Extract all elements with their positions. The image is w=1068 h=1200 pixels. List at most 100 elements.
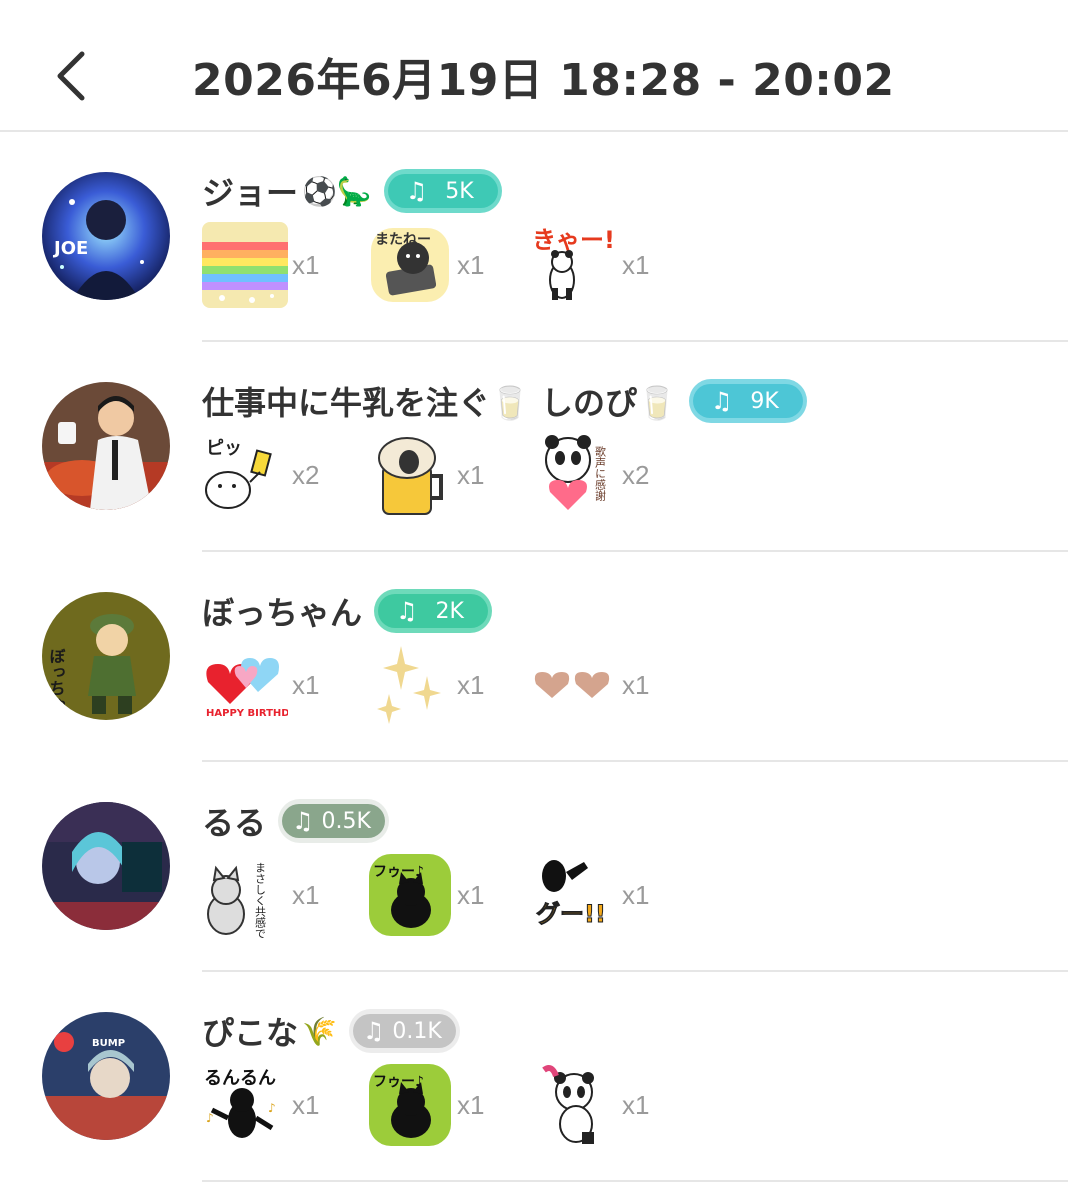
badge-label: 9K	[750, 388, 779, 414]
sticker-text: ピッ	[206, 438, 242, 459]
user-emoji: 🌾	[302, 1014, 337, 1048]
music-badge[interactable]: ♫ 2K	[374, 589, 492, 633]
gift-list: ピッ x2 x1 歌声に感謝 x2	[202, 432, 822, 522]
gift-item[interactable]: ピッ x2	[202, 432, 362, 522]
cat-masashiku-sticker: まさしく共感です	[202, 852, 288, 938]
panda-dancing-sticker	[532, 1062, 618, 1148]
svg-text:JOE: JOE	[52, 238, 88, 259]
gift-item[interactable]: グー!! x1	[532, 852, 692, 942]
avatar[interactable]: JOE	[42, 172, 170, 300]
svg-text:♪: ♪	[268, 1101, 276, 1115]
list-item[interactable]: るる ♫ 0.5K まさしく共感です x1 フゥー♪ x1 グー!! x1	[0, 762, 1068, 972]
user-name: 仕事中に牛乳を注ぐ🥛 しのぴ🥛	[202, 384, 677, 422]
music-note-icon: ♫	[396, 597, 418, 625]
sticker-text: 歌声に感謝	[594, 445, 607, 501]
black-cat-fuu-sticker: フゥー♪	[367, 852, 453, 938]
svg-text:ぼっちゃん: ぼっちゃん	[47, 648, 66, 720]
avatar[interactable]: ぼっちゃん	[42, 592, 170, 720]
black-cat-fuu-sticker: フゥー♪	[367, 1062, 453, 1148]
sticker-text: フゥー♪	[373, 1074, 424, 1090]
gift-item[interactable]: フゥー♪ x1	[367, 1062, 527, 1152]
list-item[interactable]: JOE ジョー ⚽🦕 ♫ 5K x1 またねー x1 きゃー! x1	[0, 132, 1068, 342]
user-name-line: 仕事中に牛乳を注ぐ🥛 しのぴ🥛 ♫ 9K	[202, 376, 807, 426]
sticker-text: きゃー!	[532, 226, 615, 254]
gift-count: x1	[457, 670, 485, 700]
music-badge[interactable]: ♫ 0.1K	[348, 1009, 460, 1053]
bear-phone-matane-sticker: またねー	[367, 222, 453, 308]
avatar[interactable]	[42, 802, 170, 930]
user-name-line: ジョー ⚽🦕 ♫ 5K	[202, 166, 502, 216]
sticker-text: まさしく共感です	[254, 862, 267, 938]
svg-text:♪: ♪	[206, 1111, 214, 1125]
gift-item[interactable]: フゥー♪ x1	[367, 852, 527, 942]
music-note-icon: ♫	[710, 387, 733, 415]
avatar[interactable]	[42, 382, 170, 510]
gift-count: x2	[292, 460, 320, 490]
badge-label: 0.5K	[321, 808, 371, 834]
gift-count: x1	[457, 250, 485, 280]
chevron-left-icon[interactable]	[48, 46, 98, 106]
dog-yellow-card-sticker: ピッ	[202, 432, 288, 518]
music-badge[interactable]: ♫ 0.5K	[278, 799, 389, 843]
user-name: るる	[202, 804, 267, 842]
list-item[interactable]: ぼっちゃん ぼっちゃん ♫ 2K HAPPY BIRTHDAY x1	[0, 552, 1068, 762]
happy-birthday-hearts-sticker: HAPPY BIRTHDAY	[202, 642, 288, 728]
badge-label: 0.1K	[392, 1018, 442, 1044]
gift-count: x1	[292, 880, 320, 910]
penguin-guu-sticker: グー!!	[532, 852, 618, 938]
list-item[interactable]: BUMP ぴこな 🌾 ♫ 0.1K るんるん ♪ ♪ x1 フゥー♪ x1 x1	[0, 972, 1068, 1182]
panda-heart-thanks-sticker: 歌声に感謝	[532, 432, 618, 518]
badge-label: 2K	[435, 598, 464, 624]
gift-item[interactable]: HAPPY BIRTHDAY x1	[202, 642, 362, 732]
gift-count: x1	[457, 460, 485, 490]
gift-list: HAPPY BIRTHDAY x1 x1 x1	[202, 642, 822, 732]
music-note-icon: ♫	[405, 177, 428, 205]
gift-count: x1	[622, 880, 650, 910]
gift-item[interactable]: 歌声に感謝 x2	[532, 432, 692, 522]
gift-count: x1	[622, 1090, 650, 1120]
music-badge[interactable]: ♫ 9K	[688, 379, 807, 423]
gift-item[interactable]: まさしく共感です x1	[202, 852, 362, 942]
user-name-line: ぼっちゃん ♫ 2K	[202, 586, 492, 636]
music-note-icon: ♫	[292, 807, 314, 835]
gift-list: x1 またねー x1 きゃー! x1	[202, 222, 822, 312]
badge-label: 5K	[445, 178, 474, 204]
gift-item[interactable]: x1	[367, 432, 527, 522]
music-badge[interactable]: ♫ 5K	[383, 169, 502, 213]
svg-text:またねー: またねー	[375, 232, 431, 248]
avatar[interactable]: BUMP	[42, 1012, 170, 1140]
gift-item[interactable]: x1	[367, 642, 527, 732]
gift-list: るんるん ♪ ♪ x1 フゥー♪ x1 x1	[202, 1062, 822, 1152]
sheep-beer-sticker	[367, 432, 453, 518]
black-creature-runrun-sticker: るんるん ♪ ♪	[202, 1062, 288, 1148]
sticker-text: HAPPY BIRTHDAY	[206, 708, 288, 719]
gift-item[interactable]: るんるん ♪ ♪ x1	[202, 1062, 362, 1152]
user-name: ぴこな	[202, 1014, 299, 1052]
panda-kyaa-sticker: きゃー!	[532, 222, 618, 308]
gift-list: まさしく共感です x1 フゥー♪ x1 グー!! x1	[202, 852, 822, 942]
user-name-line: るる ♫ 0.5K	[202, 796, 389, 846]
gift-item[interactable]: x1	[532, 642, 692, 732]
user-name: ジョー	[202, 174, 299, 212]
gift-item[interactable]: またねー x1	[367, 222, 527, 312]
gift-count: x1	[292, 670, 320, 700]
sticker-text: フゥー♪	[373, 864, 424, 880]
gift-count: x1	[292, 1090, 320, 1120]
gift-item[interactable]: きゃー! x1	[532, 222, 692, 312]
gift-count: x1	[457, 880, 485, 910]
sparkles-sticker	[367, 642, 453, 728]
gift-count: x2	[622, 460, 650, 490]
user-emoji: ⚽🦕	[302, 174, 372, 208]
gift-count: x1	[292, 250, 320, 280]
gift-count: x1	[622, 670, 650, 700]
user-name: ぼっちゃん	[202, 594, 363, 632]
svg-text:BUMP: BUMP	[92, 1038, 125, 1049]
user-name-line: ぴこな 🌾 ♫ 0.1K	[202, 1006, 460, 1056]
list-item[interactable]: 仕事中に牛乳を注ぐ🥛 しのぴ🥛 ♫ 9K ピッ x2 x1 歌声に感謝 x2	[0, 342, 1068, 552]
gift-item[interactable]: x1	[202, 222, 362, 312]
music-note-icon: ♫	[362, 1017, 385, 1045]
rainbow-sticker	[202, 222, 288, 308]
page-title: 2026年6月19日 18:28 - 20:02	[192, 55, 895, 106]
gift-item[interactable]: x1	[532, 1062, 692, 1152]
gift-count: x1	[622, 250, 650, 280]
